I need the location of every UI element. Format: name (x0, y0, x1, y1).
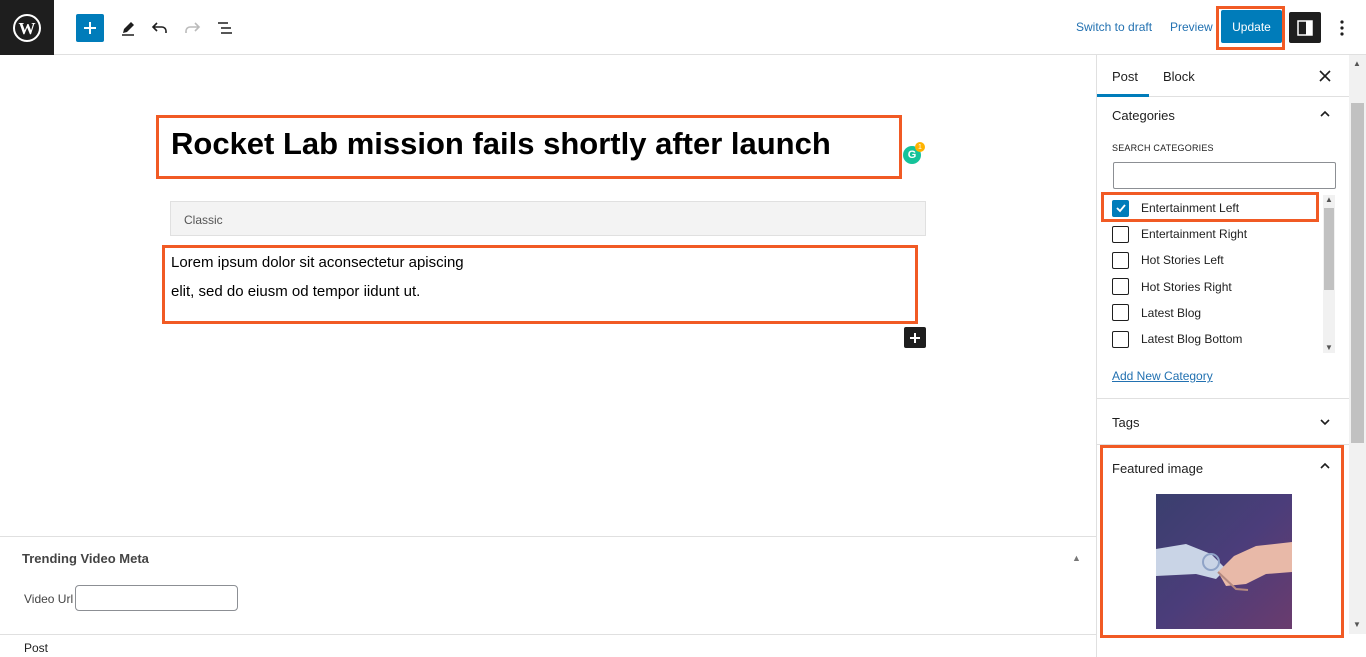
category-list: Entertainment Left Entertainment Right H… (1112, 195, 1322, 352)
editor-header: W Switch to draft Preview Update (0, 0, 1366, 55)
redo-button[interactable] (178, 14, 206, 42)
checkbox-checked[interactable] (1112, 199, 1129, 217)
sidebar-scrollbar[interactable]: ▲ ▼ (1349, 55, 1366, 634)
featured-image[interactable] (1156, 494, 1292, 629)
plus-icon (84, 22, 96, 34)
chevron-up-icon[interactable] (1318, 459, 1332, 473)
plus-icon (910, 332, 920, 343)
collapse-triangle-icon[interactable]: ▲ (1072, 553, 1081, 563)
checkmark-icon (1115, 204, 1126, 213)
tools-button[interactable] (114, 14, 142, 42)
add-block-button[interactable] (76, 14, 104, 42)
checkbox[interactable] (1112, 225, 1129, 243)
document-overview-button[interactable] (211, 14, 239, 42)
paragraph-line: elit, sed do eiusm od tempor iidunt ut. (171, 283, 421, 300)
video-url-input[interactable] (75, 585, 238, 611)
category-label: Hot Stories Left (1141, 253, 1224, 268)
add-new-category-link[interactable]: Add New Category (1112, 369, 1213, 383)
tab-block[interactable]: Block (1163, 69, 1195, 84)
category-label: Latest Blog Bottom (1141, 332, 1243, 347)
redo-icon (185, 22, 201, 33)
meta-box-title: Trending Video Meta (22, 551, 149, 566)
divider (1097, 444, 1349, 445)
settings-sidebar: Post Block Categories SEARCH CATEGORIES … (1096, 55, 1349, 657)
scroll-up-icon[interactable]: ▲ (1353, 59, 1361, 68)
chevron-up-icon[interactable] (1318, 107, 1332, 121)
scroll-down-icon[interactable]: ▼ (1353, 620, 1361, 629)
wordpress-logo-icon[interactable]: W (0, 0, 54, 55)
tab-post[interactable]: Post (1112, 69, 1138, 84)
grammarly-count-badge: 1 (915, 142, 925, 152)
svg-text:W: W (19, 19, 36, 38)
category-item[interactable]: Latest Blog (1112, 300, 1322, 326)
category-item[interactable]: Entertainment Left (1112, 195, 1322, 221)
switch-to-draft-button[interactable]: Switch to draft (1076, 20, 1152, 34)
chevron-down-icon[interactable] (1318, 415, 1332, 429)
sidebar-toggle-icon (1297, 19, 1313, 36)
sidebar-tabs: Post Block (1097, 55, 1349, 97)
breadcrumb-post[interactable]: Post (24, 641, 48, 655)
featured-image-heading[interactable]: Featured image (1112, 461, 1203, 476)
active-tab-indicator (1097, 94, 1149, 97)
category-item[interactable]: Hot Stories Left (1112, 247, 1322, 273)
update-button[interactable]: Update (1221, 10, 1282, 43)
checkbox[interactable] (1112, 251, 1129, 269)
classic-block-label: Classic (184, 213, 223, 227)
preview-button[interactable]: Preview (1170, 20, 1213, 34)
category-label: Entertainment Right (1141, 227, 1248, 242)
list-view-icon (218, 22, 232, 34)
paragraph-line: Lorem ipsum dolor sit aconsectetur apisc… (171, 254, 464, 271)
close-icon[interactable] (1319, 70, 1331, 82)
undo-icon (151, 22, 167, 33)
divider (1097, 398, 1349, 399)
breadcrumb: Post (0, 634, 1096, 657)
category-label: Latest Blog (1141, 305, 1202, 320)
paragraph-block[interactable]: Lorem ipsum dolor sit aconsectetur apisc… (171, 248, 464, 306)
scroll-down-icon[interactable]: ▼ (1325, 343, 1333, 352)
search-categories-input[interactable] (1113, 162, 1336, 189)
trending-video-meta-box: Trending Video Meta ▲ Video Url (0, 536, 1096, 635)
undo-button[interactable] (146, 14, 174, 42)
checkbox[interactable] (1112, 330, 1129, 348)
tags-heading[interactable]: Tags (1112, 415, 1139, 430)
checkbox[interactable] (1112, 278, 1129, 296)
classic-block-toolbar[interactable]: Classic (170, 201, 926, 236)
checkbox[interactable] (1112, 304, 1129, 322)
category-item[interactable]: Latest Blog Bottom (1112, 326, 1322, 352)
category-label: Hot Stories Right (1141, 279, 1232, 294)
pencil-icon (122, 22, 134, 36)
category-list-scrollbar[interactable]: ▲ ▼ (1323, 195, 1335, 353)
block-inserter-button[interactable] (904, 327, 926, 348)
video-url-label: Video Url (24, 592, 74, 606)
scroll-up-icon[interactable]: ▲ (1325, 195, 1333, 204)
category-label: Entertainment Left (1141, 201, 1240, 216)
settings-button[interactable] (1289, 12, 1321, 43)
scrollbar-thumb[interactable] (1324, 208, 1334, 290)
category-item[interactable]: Hot Stories Right (1112, 274, 1322, 300)
category-item[interactable]: Entertainment Right (1112, 221, 1322, 247)
options-button[interactable] (1328, 14, 1356, 42)
post-title[interactable]: Rocket Lab mission fails shortly after l… (171, 126, 831, 162)
scrollbar-thumb[interactable] (1351, 103, 1364, 443)
categories-heading[interactable]: Categories (1112, 108, 1175, 123)
search-categories-label: SEARCH CATEGORIES (1112, 143, 1214, 153)
more-vertical-icon (1340, 20, 1344, 36)
